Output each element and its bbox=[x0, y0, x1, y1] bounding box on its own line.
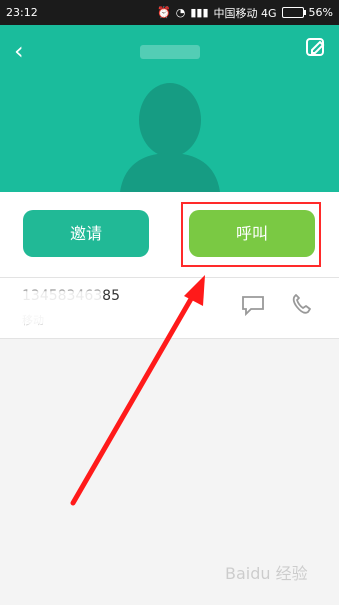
phone-row[interactable]: 13458346385 移动 bbox=[0, 278, 339, 339]
action-panel: 邀请 呼叫 bbox=[0, 192, 339, 278]
status-icons: ⏰ ◔ ▮▮▮ 中国移动 4G 56% bbox=[157, 5, 333, 21]
back-icon[interactable]: ‹ bbox=[14, 37, 24, 65]
battery-percent: 56% bbox=[308, 6, 333, 19]
contact-header: ‹ bbox=[0, 25, 339, 192]
wifi-icon: ◔ bbox=[175, 6, 186, 19]
status-bar: 23:12 ⏰ ◔ ▮▮▮ 中国移动 4G 56% bbox=[0, 0, 339, 25]
battery-icon bbox=[281, 7, 306, 18]
message-icon[interactable] bbox=[240, 293, 266, 317]
highlight-box bbox=[181, 202, 321, 267]
carrier-label: 中国移动 4G bbox=[213, 6, 277, 20]
signal-icon: ▮▮▮ bbox=[190, 6, 209, 19]
status-time: 23:12 bbox=[6, 6, 38, 19]
edit-icon[interactable] bbox=[305, 37, 327, 59]
privacy-mask bbox=[20, 290, 102, 304]
alarm-icon: ⏰ bbox=[157, 6, 171, 19]
watermark: Baidu 经验 bbox=[225, 564, 308, 583]
contact-name bbox=[140, 45, 200, 59]
avatar bbox=[120, 83, 220, 192]
invite-button[interactable]: 邀请 bbox=[23, 210, 149, 257]
phone-icon[interactable] bbox=[289, 293, 313, 317]
privacy-mask bbox=[20, 313, 72, 325]
